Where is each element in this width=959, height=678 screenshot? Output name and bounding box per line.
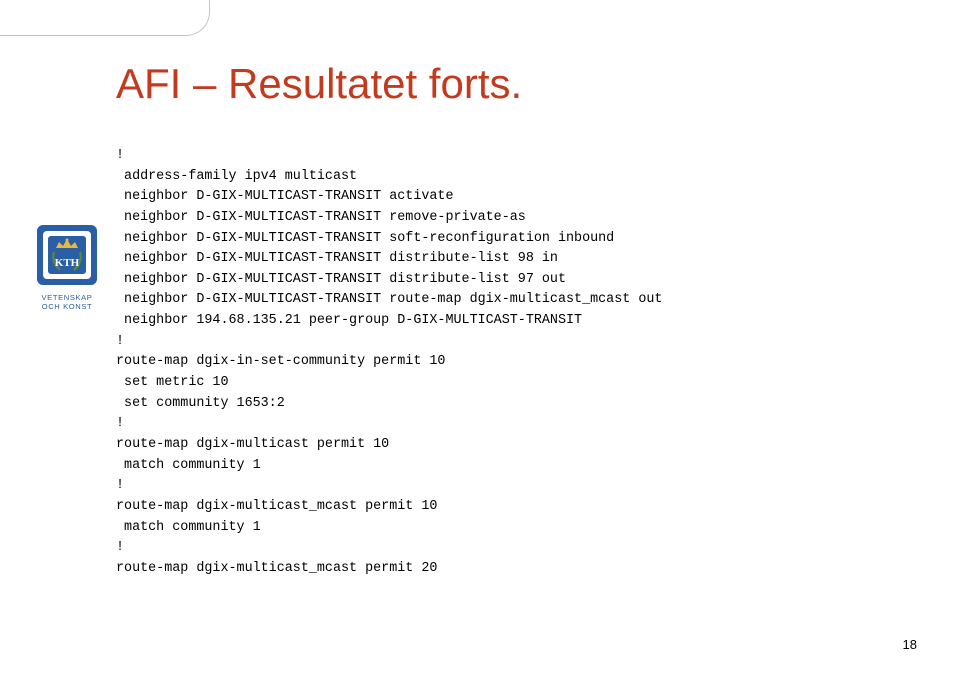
logo-name-text: KTH (55, 257, 80, 269)
logo-caption-upper: VETENSKAP (42, 293, 93, 302)
logo-caption: VETENSKAP OCH KONST (34, 294, 100, 311)
kth-crest-icon: KTH (34, 222, 100, 292)
page-number: 18 (903, 637, 917, 652)
config-code-block: ! address-family ipv4 multicast neighbor… (116, 146, 662, 579)
kth-logo: KTH VETENSKAP OCH KONST (34, 222, 100, 311)
slide-page: AFI – Resultatet forts. KTH VETENSKAP OC… (0, 0, 959, 678)
page-title: AFI – Resultatet forts. (116, 60, 522, 108)
logo-caption-lower: OCH KONST (42, 302, 93, 311)
